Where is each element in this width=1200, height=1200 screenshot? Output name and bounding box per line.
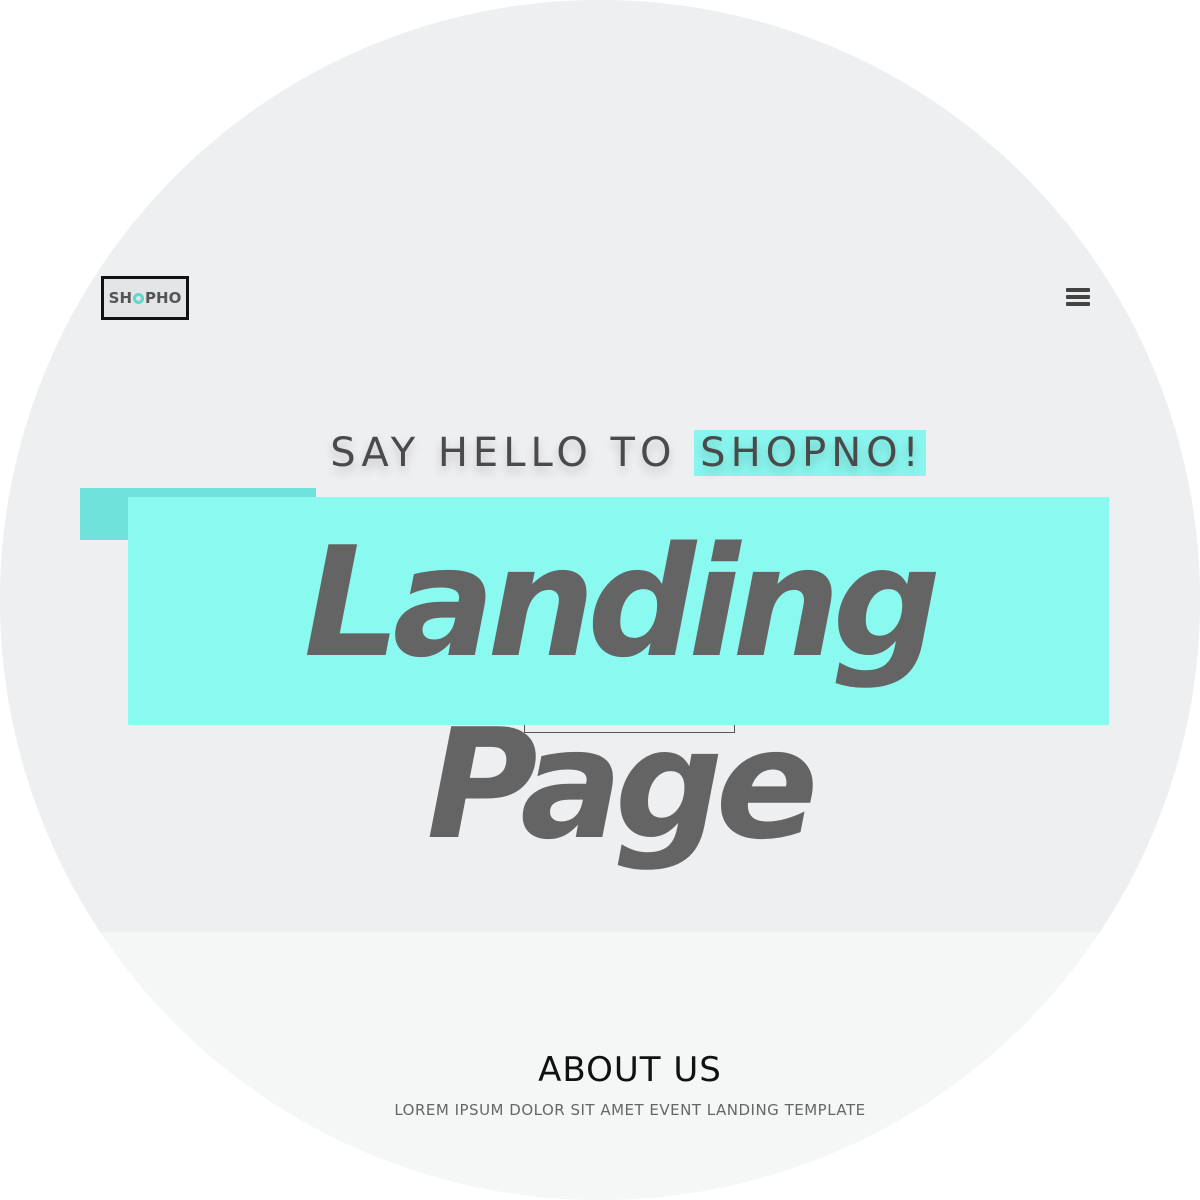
logo-ring-icon <box>133 292 145 304</box>
hero-subtitle: SAY HELLO TO SHOPNO! <box>0 430 1200 476</box>
about-subtitle: LOREM IPSUM DOLOR SIT AMET EVENT LANDING… <box>394 1101 866 1119</box>
hamburger-menu-button[interactable] <box>1064 285 1092 309</box>
logo-link[interactable]: SH PHO <box>101 276 189 320</box>
hero-subtitle-highlight: SHOPNO! <box>694 430 926 476</box>
hamburger-bar <box>1066 302 1090 306</box>
logo-text-right: PHO <box>145 289 182 307</box>
circular-frame: SH PHO SAY HELLO TO SHOPNO! Landing Page … <box>0 0 1200 1200</box>
logo-text-left: SH <box>108 289 133 307</box>
about-title: ABOUT US <box>538 1050 722 1090</box>
hero-subtitle-plain: SAY HELLO TO <box>330 430 695 476</box>
hero-title: Landing Page <box>303 514 942 874</box>
hamburger-bar <box>1066 295 1090 299</box>
hamburger-menu-icon <box>1066 288 1090 292</box>
